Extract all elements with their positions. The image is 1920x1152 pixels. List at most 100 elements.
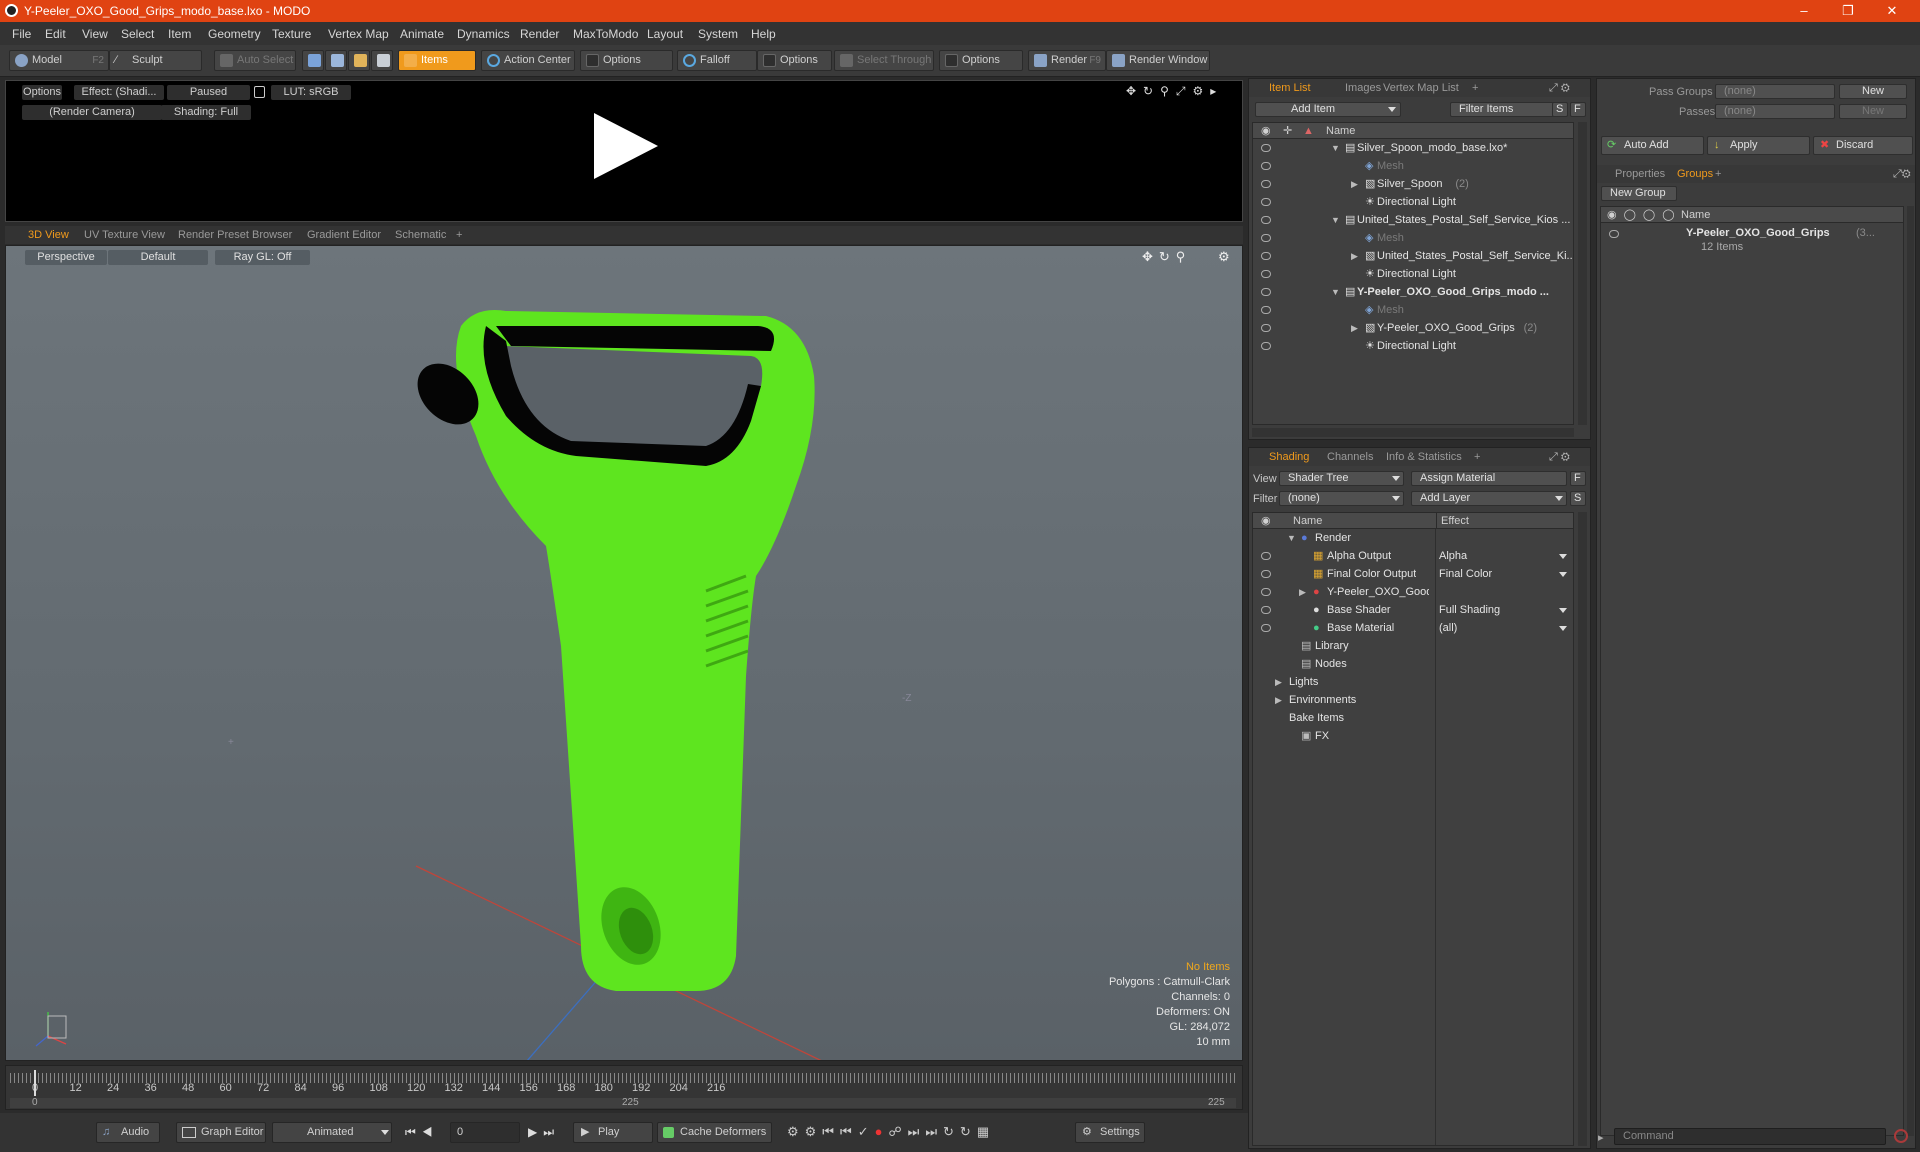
shader-tree-row[interactable]: ▤ Library	[1253, 637, 1573, 655]
menu-maxtomodo[interactable]: MaxToModo	[573, 27, 638, 41]
menu-dynamics[interactable]: Dynamics	[457, 27, 510, 41]
assign-material-button[interactable]: Assign Material	[1411, 471, 1567, 486]
tab-properties[interactable]: Properties	[1615, 168, 1665, 180]
tab-info-statistics[interactable]: Info & Statistics	[1386, 451, 1462, 463]
action-center-button[interactable]: Action Center	[481, 50, 575, 71]
shader-tree-row[interactable]: Bake Items	[1253, 709, 1573, 727]
group-row[interactable]: Y-Peeler_OXO_Good_Grips (3... 12 Items	[1601, 225, 1903, 261]
items-mode-button[interactable]: Items	[398, 50, 476, 71]
falloff-button[interactable]: Falloff	[677, 50, 757, 71]
select-through-button[interactable]: Select Through	[834, 50, 934, 71]
eye-icon[interactable]	[1261, 180, 1271, 188]
tab-item-list[interactable]: Item List	[1269, 82, 1311, 94]
maximize-button[interactable]: ❐	[1826, 0, 1870, 22]
eye-icon[interactable]	[1261, 606, 1271, 614]
groups-scrollbar[interactable]	[1907, 206, 1914, 1136]
tab-vertex-map-list[interactable]: Vertex Map List	[1383, 82, 1459, 94]
chevron-down-icon[interactable]	[1559, 626, 1567, 631]
apply-button[interactable]: ↓ Apply	[1707, 136, 1810, 155]
settings-button[interactable]: ⚙ Settings	[1075, 1122, 1145, 1143]
menu-help[interactable]: Help	[751, 27, 776, 41]
passes-dropdown[interactable]: (none)	[1715, 104, 1835, 119]
audio-button[interactable]: ♫ Audio	[96, 1122, 160, 1143]
sculpt-mode-button[interactable]: ∕ Sculpt	[109, 50, 202, 71]
timeline[interactable]: 0 12 24 36 48 60 72 84 96 108 120 132 144 156 168 180 19…	[5, 1065, 1243, 1110]
preview-options-button[interactable]: Options	[22, 85, 62, 100]
shader-tree-row[interactable]: ▼ ● Render	[1253, 529, 1573, 547]
collapse-arrow-icon[interactable]: ▶	[1299, 583, 1306, 601]
command-stop-icon[interactable]	[1894, 1129, 1908, 1143]
shader-effect-value[interactable]: Alpha	[1439, 547, 1467, 565]
key-tools-icons[interactable]: ⚙⚙⏮⏮✓●☍⏭⏭↻↻▦	[787, 1124, 995, 1140]
play-render-icon[interactable]	[594, 113, 658, 179]
preview-view-controls-icons[interactable]: ✥↻⚲⤢⚙▸	[1126, 84, 1223, 99]
eye-icon[interactable]	[1261, 552, 1271, 560]
paused-button[interactable]: Paused	[167, 85, 250, 100]
add-item-dropdown[interactable]: Add Item	[1255, 102, 1401, 117]
shader-tree-row[interactable]: ● Base Shader Full Shading	[1253, 601, 1573, 619]
panel-expand-icon[interactable]: ⤢⚙	[1893, 168, 1911, 181]
panel-expand-icon[interactable]: ⤢ ⚙	[1549, 451, 1570, 464]
shader-tree-scrollbar[interactable]	[1578, 512, 1587, 1146]
eye-icon[interactable]	[1261, 324, 1271, 332]
chevron-down-icon[interactable]	[1559, 608, 1567, 613]
select-polygons-button[interactable]	[348, 50, 370, 71]
select-through-options-button[interactable]: Options	[939, 50, 1023, 71]
panel-expand-icon[interactable]: ⤢ ⚙	[1549, 82, 1570, 95]
group-eye-icon[interactable]	[1609, 230, 1619, 238]
item-list-row[interactable]: ☀ Directional Light	[1253, 265, 1573, 283]
filter-s-button[interactable]: S	[1552, 102, 1568, 117]
tab-schematic[interactable]: Schematic	[395, 229, 446, 241]
eye-icon[interactable]	[1261, 216, 1271, 224]
action-center-options-button[interactable]: Options	[580, 50, 673, 71]
shader-tree-row[interactable]: ▣ FX	[1253, 727, 1573, 745]
auto-select-button[interactable]: Auto Select	[214, 50, 296, 71]
eye-icon[interactable]	[1261, 198, 1271, 206]
frame-input[interactable]: 0	[450, 1122, 520, 1143]
shader-tree-row[interactable]: ▶ Environments	[1253, 691, 1573, 709]
shader-tree-row[interactable]: ▶ Lights	[1253, 673, 1573, 691]
shader-tree-row[interactable]: ▦ Final Color Output Final Color	[1253, 565, 1573, 583]
effect-dropdown[interactable]: Effect: (Shadi...	[74, 85, 164, 100]
expand-arrow-icon[interactable]: ▼	[1331, 211, 1340, 229]
transport-next-buttons[interactable]: ▶⏭	[528, 1125, 560, 1140]
add-layer-dropdown[interactable]: Add Layer	[1411, 491, 1567, 506]
new-group-button[interactable]: New Group	[1601, 186, 1677, 201]
tab-add-groups[interactable]: +	[1715, 168, 1721, 180]
timeline-range-bar[interactable]: 0 225 225	[10, 1097, 1236, 1108]
menu-edit[interactable]: Edit	[45, 27, 66, 41]
collapse-arrow-icon[interactable]: ▶	[1275, 673, 1282, 691]
cache-deformers-button[interactable]: Cache Deformers	[657, 1122, 772, 1143]
item-list-row[interactable]: ☀ Directional Light	[1253, 337, 1573, 355]
eye-icon[interactable]	[1261, 234, 1271, 242]
menu-geometry[interactable]: Geometry	[208, 27, 261, 41]
new-pass-button[interactable]: New	[1839, 104, 1907, 119]
menu-render[interactable]: Render	[520, 27, 559, 41]
eye-icon[interactable]	[1261, 306, 1271, 314]
pass-groups-dropdown[interactable]: (none)	[1715, 84, 1835, 99]
item-list-row[interactable]: ▶ ▧ Silver_Spoon (2)	[1253, 175, 1573, 193]
item-list-row[interactable]: ▼ ▤ Y-Peeler_OXO_Good_Grips_modo ...	[1253, 283, 1573, 301]
lock-icon[interactable]	[254, 86, 265, 98]
tab-add-shading[interactable]: +	[1474, 451, 1480, 463]
command-input[interactable]: Command	[1614, 1128, 1886, 1145]
add-layer-s-button[interactable]: S	[1570, 491, 1586, 506]
filter-f-button[interactable]: F	[1570, 102, 1586, 117]
item-list-scrollbar[interactable]	[1578, 122, 1587, 425]
item-list-row[interactable]: ◈ Mesh	[1253, 301, 1573, 319]
shader-effect-value[interactable]: Full Shading	[1439, 601, 1500, 619]
tab-images[interactable]: Images	[1345, 82, 1381, 94]
collapse-arrow-icon[interactable]: ▶	[1275, 691, 1282, 709]
render-window-button[interactable]: Render Window	[1106, 50, 1210, 71]
eye-icon[interactable]	[1261, 162, 1271, 170]
camera-dropdown[interactable]: (Render Camera)	[22, 105, 162, 120]
collapse-arrow-icon[interactable]: ▶	[1351, 247, 1358, 265]
filter-items-input[interactable]: Filter Items	[1450, 102, 1560, 117]
shader-effect-value[interactable]: Final Color	[1439, 565, 1492, 583]
tab-add-item-list[interactable]: +	[1472, 82, 1478, 94]
minimize-button[interactable]: –	[1782, 0, 1826, 22]
select-materials-button[interactable]	[371, 50, 393, 71]
item-list-row[interactable]: ▼ ▤ United_States_Postal_Self_Service_Kios…	[1253, 211, 1573, 229]
item-list-row[interactable]: ▼ ▤ Silver_Spoon_modo_base.lxo*	[1253, 139, 1573, 157]
shader-tree-row[interactable]: ▶ ● Y-Peeler_OXO_Good_Grips...	[1253, 583, 1573, 601]
